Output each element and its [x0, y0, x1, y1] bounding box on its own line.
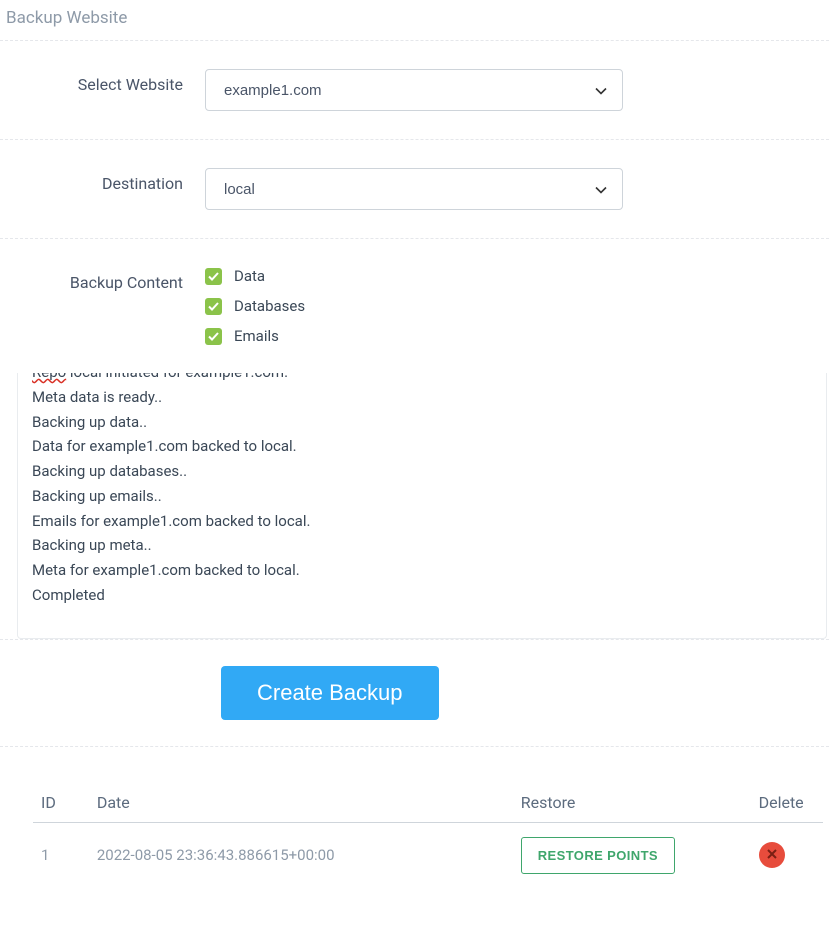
action-row: Create Backup [0, 639, 829, 747]
log-line: Emails for example1.com backed to local. [32, 509, 812, 534]
log-line: Backing up emails.. [32, 484, 812, 509]
log-panel: Repo local initiated for example1.com. M… [17, 373, 827, 639]
checkbox-data[interactable] [205, 268, 222, 285]
log-line: Completed [32, 583, 812, 608]
checkbox-emails[interactable] [205, 328, 222, 345]
log-line: Data for example1.com backed to local. [32, 434, 812, 459]
backups-table: ID Date Restore Delete 1 2022-08-05 23:3… [33, 783, 823, 888]
page-title: Backup Website [0, 0, 829, 41]
th-id: ID [33, 783, 89, 823]
restore-points-button[interactable]: RESTORE POINTS [521, 837, 675, 874]
log-line: Backing up databases.. [32, 459, 812, 484]
table-row: 1 2022-08-05 23:36:43.886615+00:00 RESTO… [33, 822, 823, 888]
log-line: Meta for example1.com backed to local. [32, 558, 812, 583]
log-line: Backing up meta.. [32, 533, 812, 558]
checkbox-list: Data Databases Emails [205, 267, 625, 345]
cell-id: 1 [33, 822, 89, 888]
cell-restore: RESTORE POINTS [513, 822, 751, 888]
checkbox-label-databases: Databases [234, 297, 305, 315]
checkbox-databases[interactable] [205, 298, 222, 315]
select-website[interactable]: example1.com [205, 69, 623, 111]
cell-delete [751, 822, 823, 888]
th-restore: Restore [513, 783, 751, 823]
th-delete: Delete [751, 783, 823, 823]
cell-date: 2022-08-05 23:36:43.886615+00:00 [89, 822, 513, 888]
checkbox-label-data: Data [234, 267, 265, 285]
log-line: Repo local initiated for example1.com. [32, 373, 812, 385]
th-date: Date [89, 783, 513, 823]
close-icon [766, 848, 778, 863]
delete-button[interactable] [759, 842, 785, 868]
row-backup-content: Backup Content Data Databases Emails [0, 239, 829, 373]
select-destination[interactable]: local [205, 168, 623, 210]
label-select-website: Select Website [0, 69, 205, 94]
create-backup-button[interactable]: Create Backup [221, 666, 439, 720]
checkbox-label-emails: Emails [234, 327, 279, 345]
backups-table-wrap: ID Date Restore Delete 1 2022-08-05 23:3… [0, 747, 829, 888]
label-destination: Destination [0, 168, 205, 193]
row-select-website: Select Website example1.com [0, 41, 829, 140]
log-line: Meta data is ready.. [32, 385, 812, 410]
label-backup-content: Backup Content [0, 267, 205, 292]
log-line: Backing up data.. [32, 410, 812, 435]
row-destination: Destination local [0, 140, 829, 239]
